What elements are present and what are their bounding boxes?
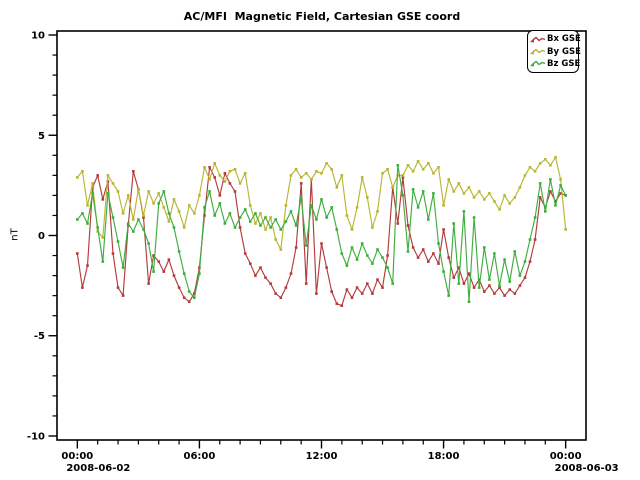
bz-line-marker-icon (530, 59, 545, 68)
legend-item-bx-gse: Bx GSE (530, 34, 576, 44)
bx-line-marker-icon (530, 35, 545, 44)
series-by-gse (76, 156, 567, 251)
plot-frame (57, 31, 586, 440)
y-tick-label: -5 (34, 331, 45, 342)
x-tick-label: 06:00 (184, 451, 216, 462)
legend: Bx GSE By GSE Bz GSE (527, 30, 579, 73)
legend-label-bz: Bz GSE (547, 59, 580, 69)
x-date-label: 2008-06-02 (66, 463, 130, 474)
x-tick-label: 12:00 (306, 451, 338, 462)
legend-label-bx: Bx GSE (547, 34, 581, 44)
x-axis: 00:002008-06-0206:0012:0018:0000:002008-… (61, 440, 618, 474)
series-bx-gse (76, 166, 567, 307)
x-tick-label: 18:00 (428, 451, 460, 462)
y-tick-label: 5 (38, 131, 45, 142)
y-tick-label: 0 (38, 231, 45, 242)
y-tick-label: 10 (31, 31, 45, 42)
x-date-label: 2008-06-03 (555, 463, 619, 474)
legend-label-by: By GSE (547, 47, 581, 57)
legend-item-bz-gse: Bz GSE (530, 59, 576, 69)
legend-item-by-gse: By GSE (530, 47, 576, 57)
x-tick-label: 00:00 (61, 451, 93, 462)
x-tick-label: 00:00 (550, 451, 582, 462)
by-line-marker-icon (530, 47, 545, 56)
series-bz-gse (76, 164, 567, 303)
y-tick-label: -10 (27, 431, 45, 442)
magnetometer-figure: AC/MFI Magnetic Field, Cartesian GSE coo… (0, 0, 640, 480)
y-axis: 10 5 0 -5 -10 (27, 31, 57, 443)
